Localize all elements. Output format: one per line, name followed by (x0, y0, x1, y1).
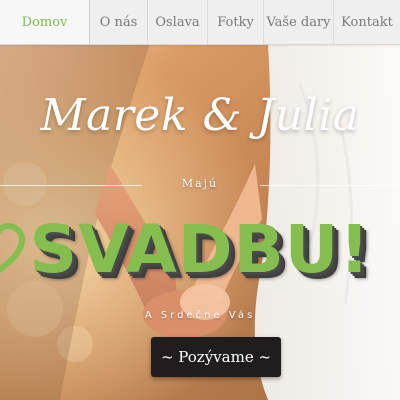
wedding-page: Domov O nás Oslava Fotky Vaše dary Konta… (0, 0, 400, 400)
nav-item-contact[interactable]: Kontakt (334, 0, 400, 44)
nav-item-party[interactable]: Oslava (148, 0, 208, 44)
invite-button[interactable]: ~ Pozývame ~ (151, 337, 281, 377)
nav-item-photos[interactable]: Fotky (208, 0, 264, 44)
headline: SVADBU! (29, 211, 371, 288)
nav-item-gifts[interactable]: Vaše dary (264, 0, 334, 44)
intro-text: Majú (181, 177, 219, 190)
nav-item-home[interactable]: Domov (0, 0, 90, 44)
main-nav: Domov O nás Oslava Fotky Vaše dary Konta… (0, 0, 400, 45)
hero-section: Marek & Julia Majú SVADBU! A Srdečne Vás… (0, 44, 400, 400)
couple-names: Marek & Julia (40, 90, 360, 141)
subtitle: A Srdečne Vás (144, 310, 256, 321)
nav-item-about[interactable]: O nás (90, 0, 148, 44)
